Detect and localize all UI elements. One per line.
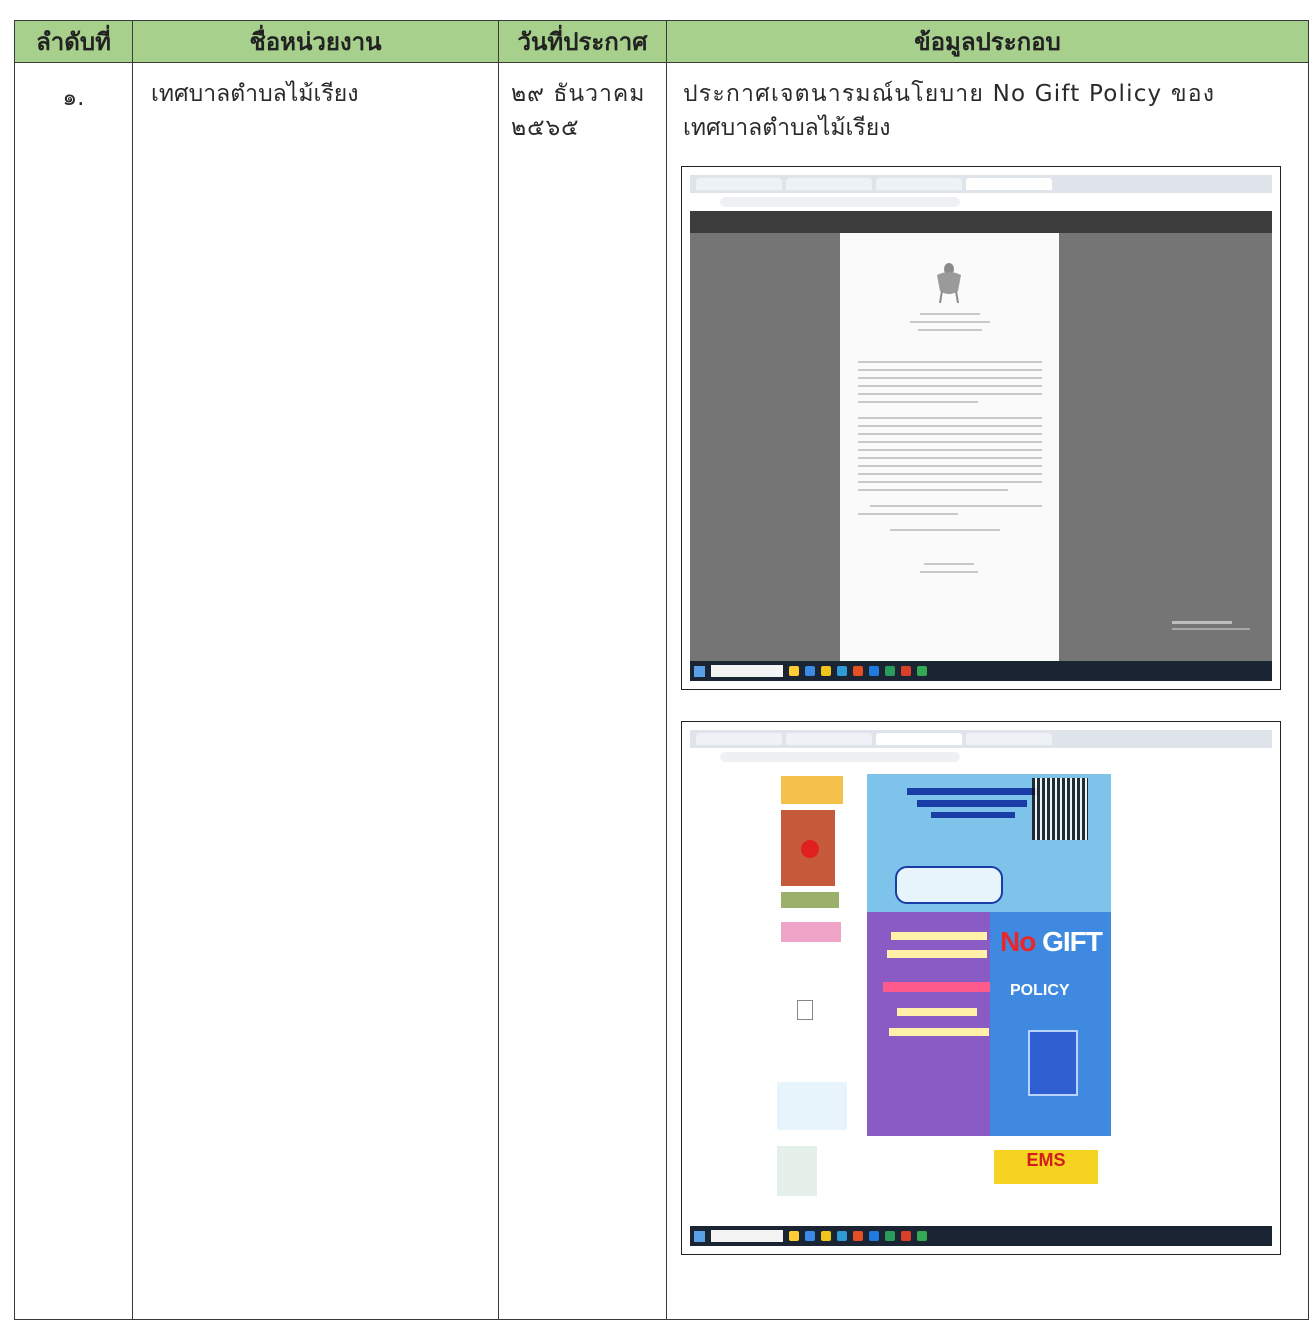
col-header-date: วันที่ประกาศ: [498, 20, 667, 63]
no-gift-word-gift: GIFT: [1042, 926, 1103, 957]
no-gift-word-no: No: [1000, 926, 1036, 957]
windows-start-icon: [694, 1230, 705, 1242]
windows-taskbar: [690, 661, 1272, 681]
taskbar-search-box: [711, 665, 783, 677]
row-agency-name: เทศบาลตำบลไม้เรียง: [132, 62, 499, 1320]
webpage-left-column: [775, 766, 865, 1226]
table-header-row: ลำดับที่ ชื่อหน่วยงาน วันที่ประกาศ ข้อมู…: [14, 20, 1309, 63]
row-date-year: ๒๕๖๕: [511, 115, 580, 141]
ems-badge: EMS: [994, 1150, 1098, 1184]
pdf-document-page: [840, 233, 1059, 661]
qr-code-icon: [1032, 778, 1088, 840]
screenshot-pdf-content: [690, 175, 1272, 681]
col-header-order: ลำดับที่: [14, 20, 133, 63]
row-info-line-1: ประกาศเจตนารมณ์นโยบาย No Gift Policy ของ: [683, 81, 1216, 107]
windows-taskbar: [690, 1226, 1272, 1246]
screenshot-pdf-announcement: [681, 166, 1281, 690]
col-header-info: ข้อมูลประกอบ: [666, 20, 1309, 63]
policy-label: POLICY: [1010, 982, 1070, 999]
taskbar-search-box: [711, 1230, 783, 1242]
row-order-number: ๑.: [14, 62, 133, 1320]
screenshot-web-content: No GIFT POLICY EMS: [690, 730, 1272, 1246]
pdf-viewer-toolbar: [690, 211, 1272, 233]
screenshot-no-gift-webpage: No GIFT POLICY EMS: [681, 721, 1281, 1255]
activate-windows-watermark: [1172, 619, 1252, 637]
windows-start-icon: [694, 665, 705, 677]
gift-box-icon: [1028, 1030, 1078, 1096]
row-date-cell: ๒๙ ธันวาคม ๒๕๖๕: [498, 62, 667, 1320]
browser-tab-strip: [690, 175, 1272, 193]
browser-tab-strip: [690, 730, 1272, 748]
no-gift-heading: No GIFT: [1000, 926, 1103, 958]
col-header-agency: ชื่อหน่วยงาน: [132, 20, 499, 63]
row-info-line-2: เทศบาลตำบลไม้เรียง: [683, 115, 891, 141]
browser-address-bar: [690, 748, 1272, 767]
browser-address-bar: [690, 193, 1272, 212]
row-date-day-month: ๒๙ ธันวาคม: [511, 81, 646, 107]
garuda-emblem-icon: [937, 263, 961, 304]
